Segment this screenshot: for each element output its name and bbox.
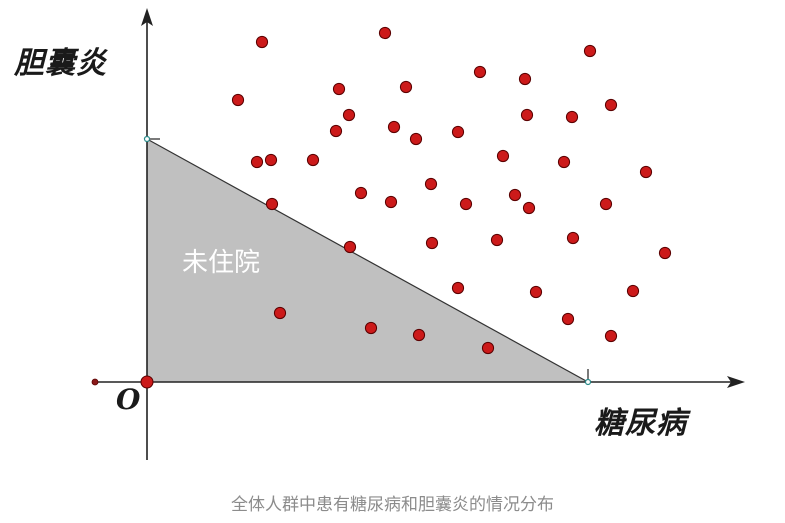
patient-dot — [520, 108, 534, 122]
patient-dot — [473, 65, 487, 79]
patient-dot — [583, 44, 597, 58]
patient-dot — [329, 124, 343, 138]
patient-dot — [508, 188, 522, 202]
patient-dot — [639, 165, 653, 179]
patient-dot — [604, 98, 618, 112]
patient-dot — [231, 93, 245, 107]
patient-dot — [557, 155, 571, 169]
y-intercept-point — [143, 135, 151, 143]
patient-dot — [424, 177, 438, 191]
patient-dot — [264, 153, 278, 167]
x-intercept-point — [584, 378, 592, 386]
origin-point — [140, 375, 154, 389]
patient-dot — [658, 246, 672, 260]
figure-caption: 全体人群中患有糖尿病和胆囊炎的情况分布 — [231, 495, 554, 515]
patient-dot — [387, 120, 401, 134]
patient-dot — [409, 132, 423, 146]
patient-dot — [332, 82, 346, 96]
patient-dot — [529, 285, 543, 299]
patient-dot — [604, 329, 618, 343]
patient-dot — [265, 197, 279, 211]
origin-label: O — [116, 383, 141, 416]
patient-dot — [496, 149, 510, 163]
y-axis-label: 胆囊炎 — [14, 46, 107, 81]
patient-dot — [490, 233, 504, 247]
patient-dot — [565, 110, 579, 124]
patient-dot — [255, 35, 269, 49]
patient-dot — [599, 197, 613, 211]
patient-dot — [518, 72, 532, 86]
x-axis-label: 糖尿病 — [594, 406, 687, 441]
patient-dot — [364, 321, 378, 335]
region-label: 未住院 — [182, 248, 261, 278]
patient-dot — [481, 341, 495, 355]
patient-dot — [250, 155, 264, 169]
patient-dot — [306, 153, 320, 167]
patient-dot — [566, 231, 580, 245]
patient-dot — [399, 80, 413, 94]
patient-dot — [459, 197, 473, 211]
patient-dot — [378, 26, 392, 40]
patient-dot — [273, 306, 287, 320]
patient-dot — [343, 240, 357, 254]
patient-dot — [451, 125, 465, 139]
patient-dot — [342, 108, 356, 122]
patient-dot — [522, 201, 536, 215]
patient-dot — [561, 312, 575, 326]
patient-dot — [626, 284, 640, 298]
patient-dot — [384, 195, 398, 209]
patient-dot — [412, 328, 426, 342]
patient-dot — [354, 186, 368, 200]
axis-start-point — [91, 378, 99, 386]
patient-dot — [451, 281, 465, 295]
patient-dot — [425, 236, 439, 250]
